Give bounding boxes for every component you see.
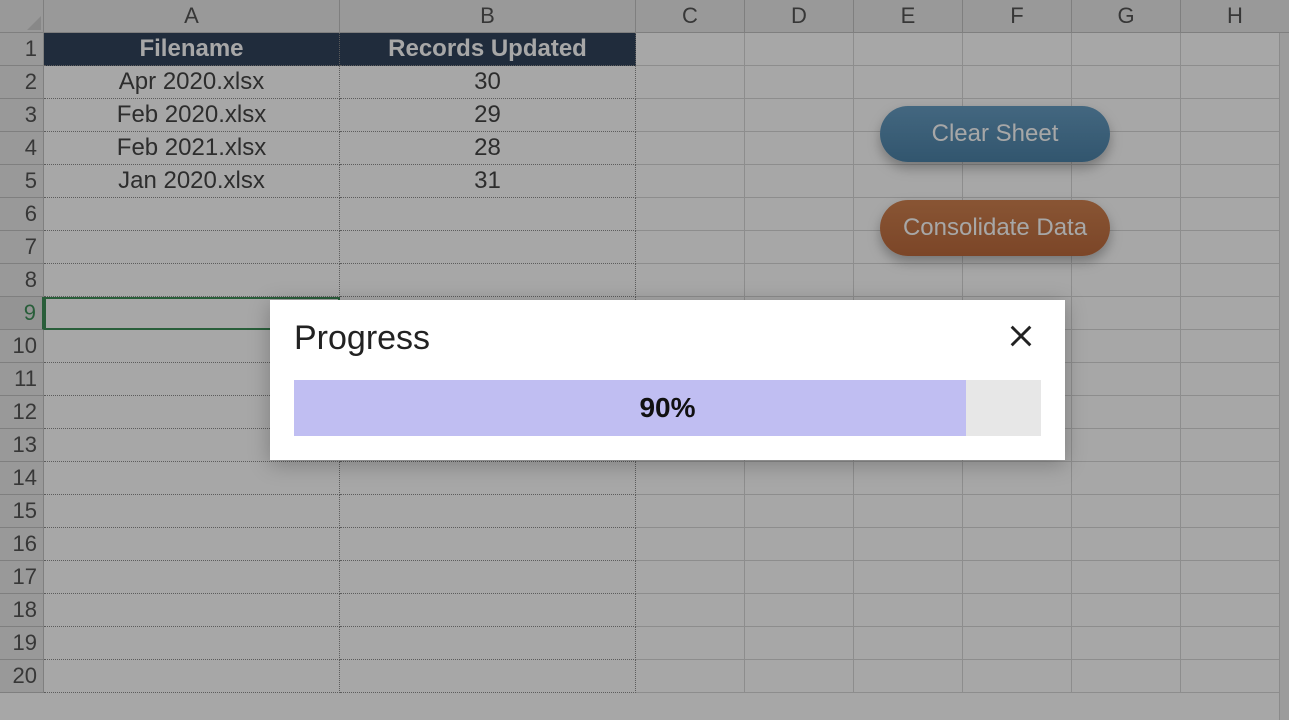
close-button[interactable] [1001, 318, 1041, 358]
dialog-title: Progress [294, 319, 430, 358]
close-icon [1007, 322, 1035, 355]
progress-dialog: Progress 90% [270, 300, 1065, 460]
progress-fill [294, 380, 966, 436]
progress-percent: 90% [639, 392, 695, 424]
progress-bar: 90% [294, 380, 1041, 436]
